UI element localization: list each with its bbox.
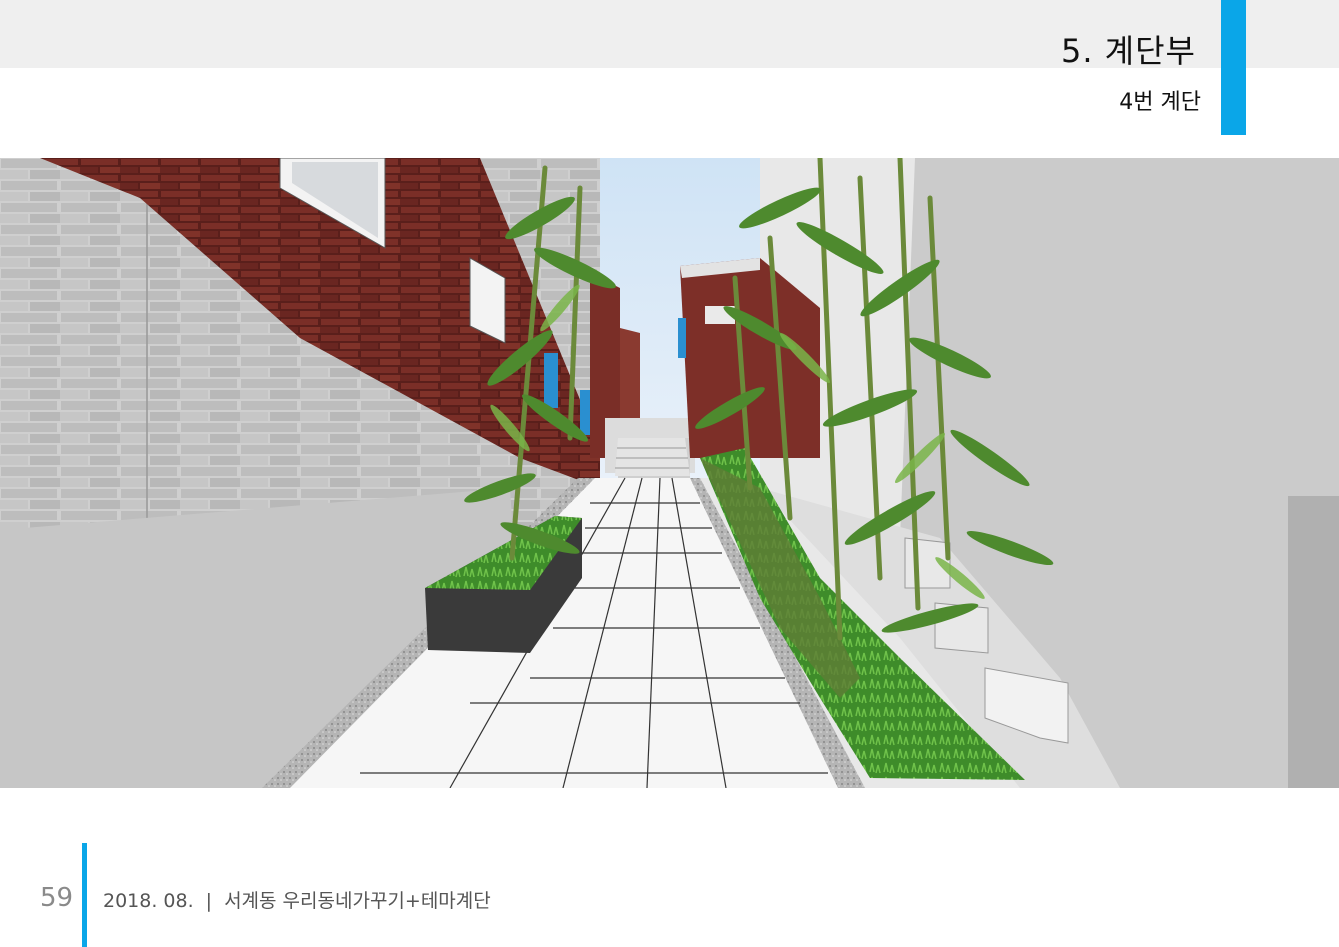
alley-rendering bbox=[0, 158, 1339, 788]
accent-bar bbox=[1221, 0, 1246, 135]
alley-rendering-image bbox=[0, 158, 1339, 788]
page-number: 59 bbox=[40, 883, 74, 913]
footer-accent-bar bbox=[82, 843, 87, 947]
section-subtitle: 4번 계단 bbox=[1119, 90, 1201, 115]
footer-date: 2018. 08. bbox=[103, 890, 194, 912]
footer-separator: | bbox=[205, 890, 213, 912]
footer-project-title: 서계동 우리동네가꾸기+테마계단 bbox=[224, 890, 491, 912]
footer-text: 2018. 08. | 서계동 우리동네가꾸기+테마계단 bbox=[103, 886, 491, 913]
section-title: 5. 계단부 bbox=[1060, 32, 1196, 70]
